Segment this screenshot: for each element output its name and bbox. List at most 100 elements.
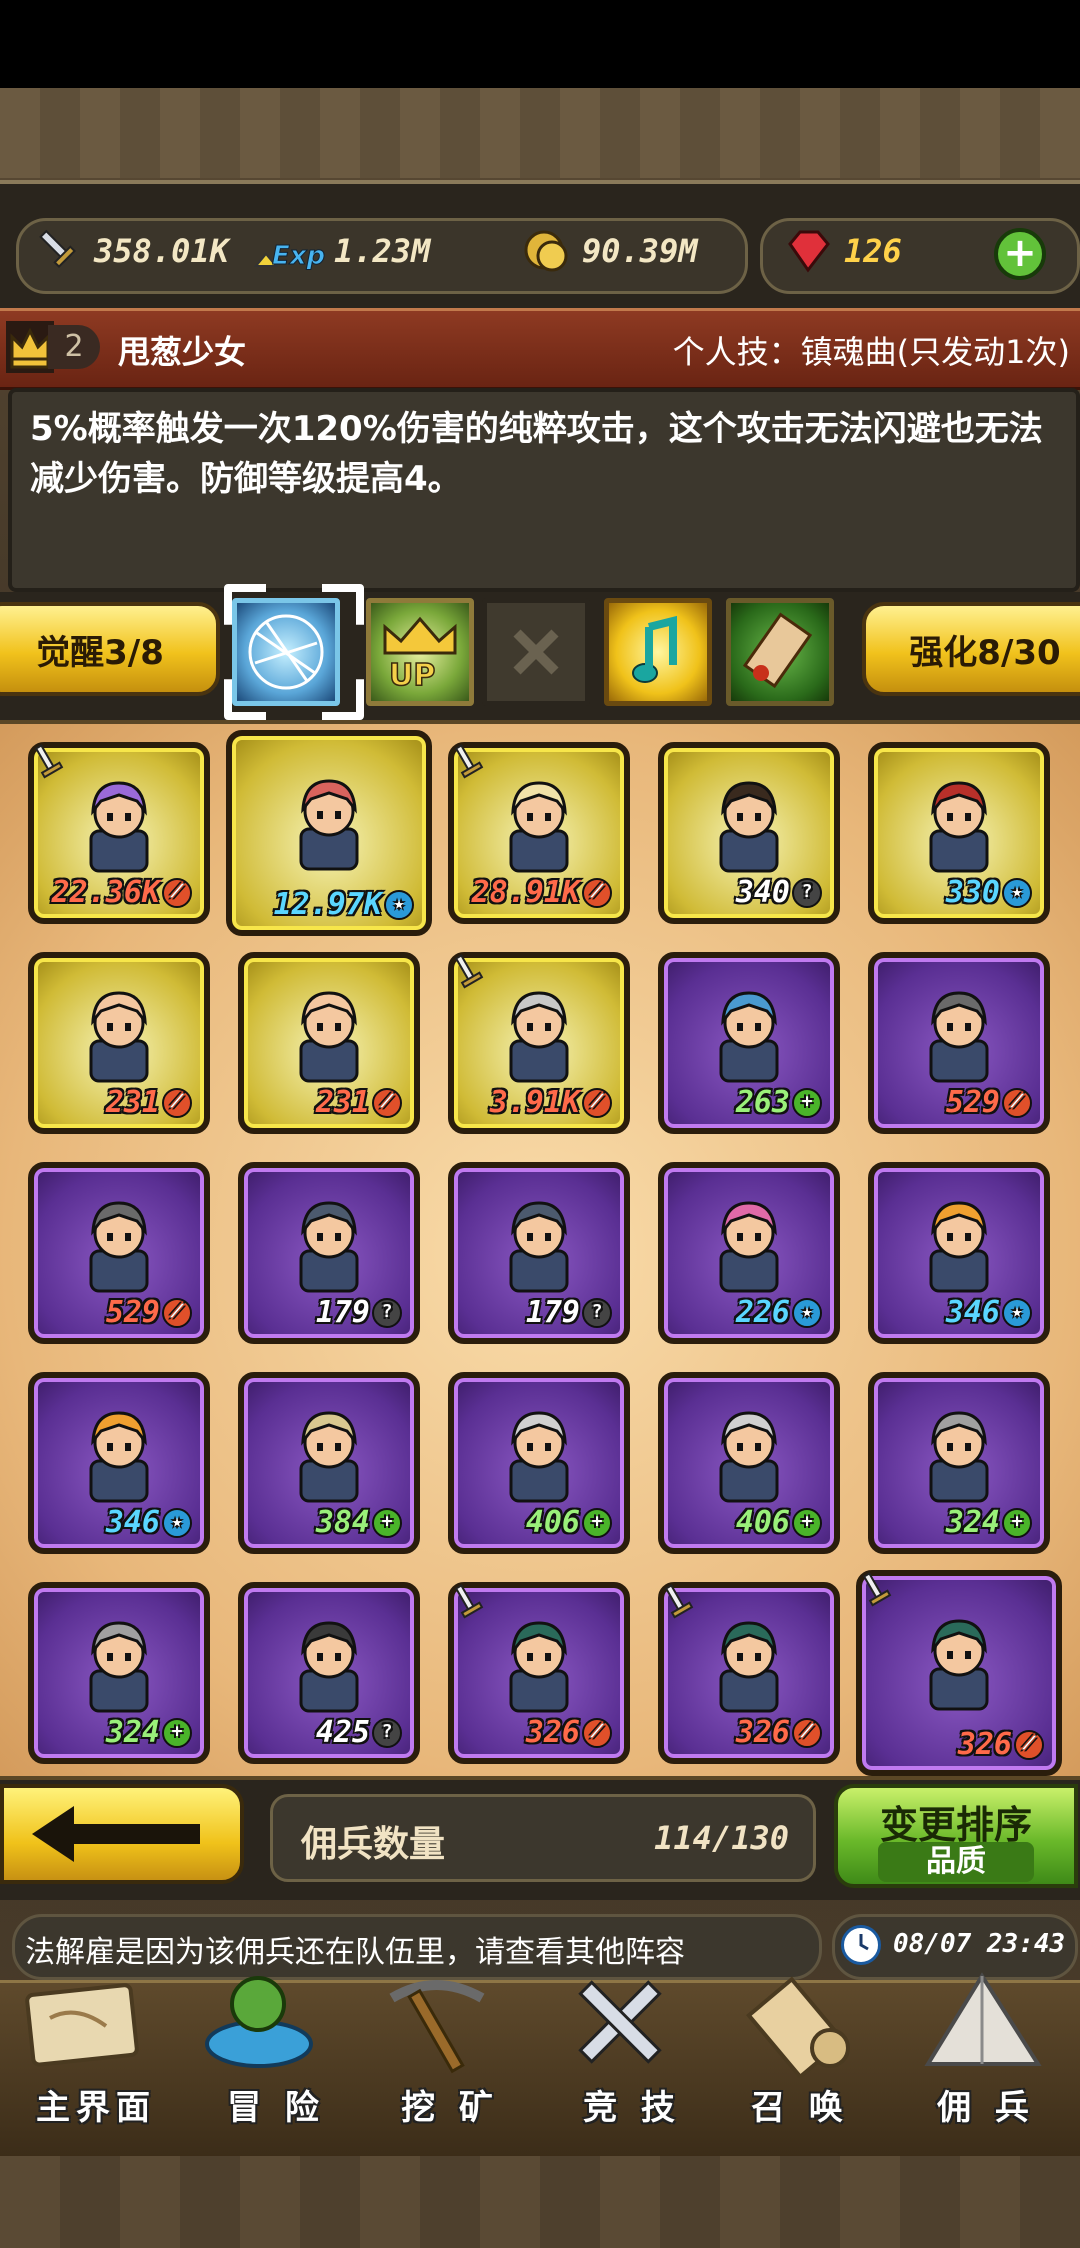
nav-mercenary-label: 佣 兵 — [937, 2088, 1035, 2128]
change-sort-button[interactable]: 变更排序 品质 — [834, 1784, 1078, 1888]
sword-class-icon: ⟋ — [792, 1717, 822, 1748]
nav-mining-label: 挖 矿 — [401, 2088, 499, 2128]
mercenary-card[interactable]: 346 ★ — [28, 1372, 210, 1554]
awaken-button[interactable]: 觉醒3/8 — [0, 602, 220, 696]
enhance-button[interactable]: 强化8/30 — [862, 602, 1080, 696]
mercenary-level-value: 326 — [735, 1715, 790, 1750]
mercenary-level: 326 ⟋ — [958, 1727, 1044, 1762]
mercenary-level: 226 ★ — [736, 1295, 822, 1330]
mercenary-level: 231 ⟋ — [316, 1085, 402, 1120]
mercenary-level: 425? — [316, 1715, 402, 1750]
mercenary-level: 346 ★ — [946, 1295, 1032, 1330]
mercenary-card[interactable]: 324 + — [28, 1582, 210, 1764]
mercenary-level-value: 22.36K — [51, 875, 160, 910]
star-class-icon: ★ — [1002, 877, 1032, 908]
mercenary-portrait — [705, 1611, 793, 1715]
plus-class-icon: + — [1002, 1507, 1032, 1538]
mercenary-card[interactable]: 3.91K ⟋ — [448, 952, 630, 1134]
mercenary-card[interactable]: 406 + — [658, 1372, 840, 1554]
nav-summon-icon[interactable] — [734, 1968, 864, 2080]
mercenary-level-value: 263 — [735, 1085, 790, 1120]
mercenary-level-value: 346 — [945, 1295, 1000, 1330]
mercenary-portrait — [75, 1401, 163, 1505]
mercenary-level-value: 406 — [735, 1505, 790, 1540]
mercenary-card[interactable]: 326 ⟋ — [448, 1582, 630, 1764]
mercenary-level: 324 + — [106, 1715, 192, 1750]
mercenary-portrait — [285, 1191, 373, 1295]
nav-mining-icon[interactable] — [372, 1968, 502, 2078]
mercenary-portrait — [915, 981, 1003, 1085]
mercenary-card[interactable]: 12.97K ★ — [226, 730, 432, 936]
exp-value: 1.23M — [334, 232, 431, 270]
mercenary-level: 529 ⟋ — [106, 1295, 192, 1330]
mercenary-level-value: 529 — [945, 1085, 1000, 1120]
mercenary-card[interactable]: 179? — [448, 1162, 630, 1344]
mercenary-card[interactable]: 28.91K ⟋ — [448, 742, 630, 924]
plus-class-icon: + — [582, 1507, 612, 1538]
mercenary-level-value: 340 — [735, 875, 790, 910]
mercenary-level: 12.97K ★ — [274, 887, 414, 922]
crown-up-skill-icon[interactable]: UP — [366, 598, 474, 706]
mercenary-card[interactable]: 324 + — [868, 1372, 1050, 1554]
selection-frame — [224, 584, 364, 720]
mercenary-card[interactable]: 179? — [238, 1162, 420, 1344]
star-class-icon: ★ — [384, 889, 414, 920]
mercenary-card[interactable]: 529 ⟋ — [868, 952, 1050, 1134]
mercenary-level-value: 529 — [105, 1295, 160, 1330]
mercenary-card[interactable]: 529 ⟋ — [28, 1162, 210, 1344]
mercenary-card[interactable]: 406 + — [448, 1372, 630, 1554]
back-button[interactable] — [0, 1784, 244, 1884]
mercenary-card[interactable]: 330 ★ — [868, 742, 1050, 924]
mercenary-level-value: 425 — [315, 1715, 370, 1750]
mercenary-card[interactable]: 263 + — [658, 952, 840, 1134]
nav-arena-label: 竞 技 — [583, 2088, 681, 2128]
mercenary-level-value: 231 — [105, 1085, 160, 1120]
mercenary-portrait — [495, 1611, 583, 1715]
mercenary-portrait — [75, 1611, 163, 1715]
plus-class-icon: + — [162, 1717, 192, 1748]
star-class-icon: ★ — [1002, 1297, 1032, 1328]
mercenary-portrait — [285, 981, 373, 1085]
plus-class-icon: + — [792, 1507, 822, 1538]
mercenary-card[interactable]: 326 ⟋ — [856, 1570, 1062, 1776]
ruby-icon — [782, 228, 832, 274]
mercenary-count-label: 佣兵数量 — [301, 1824, 446, 1865]
mercenary-portrait — [285, 1611, 373, 1715]
mercenary-card[interactable]: 231 ⟋ — [28, 952, 210, 1134]
nav-summon-label: 召 唤 — [751, 2088, 849, 2128]
mercenary-card[interactable]: 340? — [658, 742, 840, 924]
sword-icon — [34, 226, 84, 276]
mercenary-portrait — [75, 981, 163, 1085]
nav-adventure-label: 冒 险 — [227, 2088, 325, 2128]
mercenary-card[interactable]: 231 ⟋ — [238, 952, 420, 1134]
nav-main-label: 主界面 — [36, 2088, 156, 2128]
locked-skill-slot[interactable] — [482, 598, 590, 706]
mercenary-portrait — [285, 1401, 373, 1505]
sword-class-icon: ⟋ — [372, 1087, 402, 1118]
mercenary-level-value: 226 — [735, 1295, 790, 1330]
exp-icon: Exp — [252, 226, 326, 276]
sword-class-icon: ⟋ — [582, 1717, 612, 1748]
mercenary-card[interactable]: 326 ⟋ — [658, 1582, 840, 1764]
mercenary-portrait — [75, 771, 163, 875]
plus-class-icon: + — [372, 1507, 402, 1538]
mercenary-card[interactable]: 384 + — [238, 1372, 420, 1554]
mercenary-portrait — [495, 1401, 583, 1505]
mercenary-card[interactable]: 226 ★ — [658, 1162, 840, 1344]
add-gems-button[interactable]: + — [994, 228, 1046, 280]
mercenary-card[interactable]: 346 ★ — [868, 1162, 1050, 1344]
mercenary-card[interactable]: 22.36K ⟋ — [28, 742, 210, 924]
attack-value: 358.01K — [94, 232, 229, 270]
gold-coin-icon — [522, 226, 574, 276]
mercenary-card[interactable]: 425? — [238, 1582, 420, 1764]
mercenary-portrait — [705, 981, 793, 1085]
nav-adventure-icon[interactable] — [194, 1968, 324, 2078]
music-note-skill-icon[interactable] — [604, 598, 712, 706]
nav-mercenary-icon[interactable] — [918, 1968, 1048, 2078]
mercenary-count-panel: 佣兵数量 114/130 — [270, 1794, 816, 1882]
scroll-skill-icon[interactable] — [726, 598, 834, 706]
mercenary-level: 28.91K ⟋ — [472, 875, 612, 910]
nav-arena-icon[interactable] — [556, 1968, 686, 2078]
mercenary-level: 340? — [736, 875, 822, 910]
nav-main-icon[interactable] — [16, 1968, 146, 2078]
